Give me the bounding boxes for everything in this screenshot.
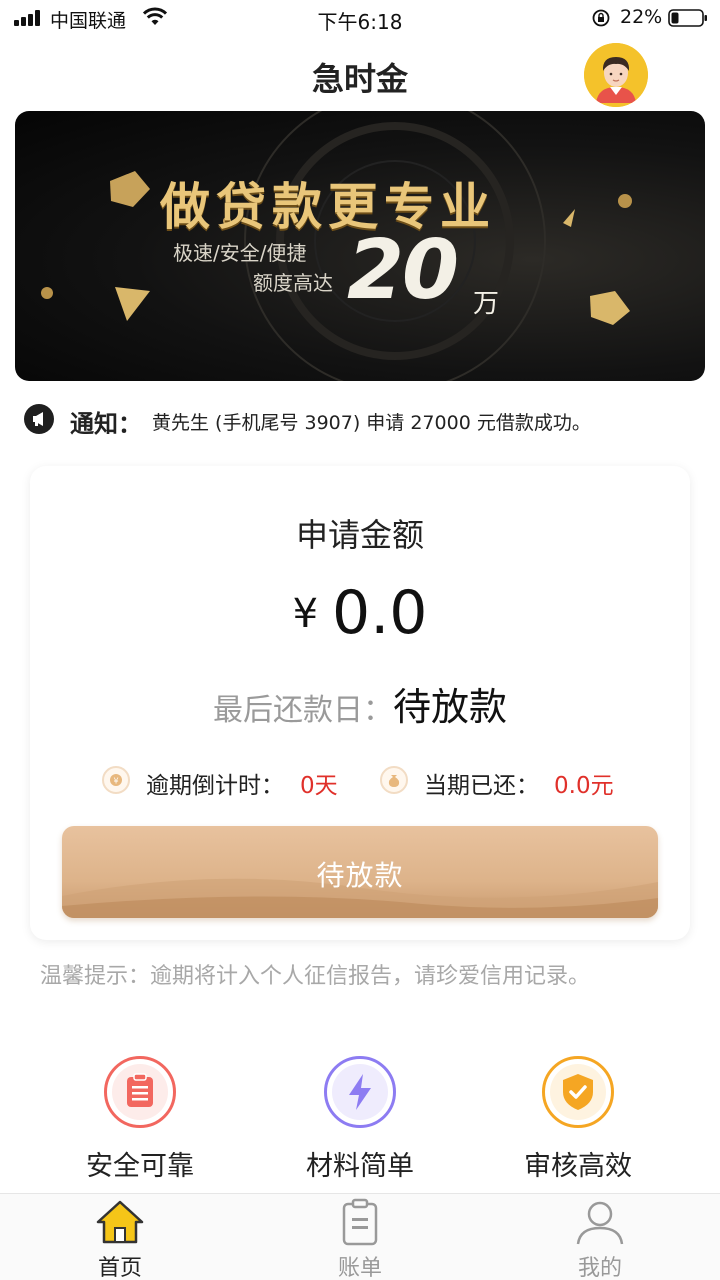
due-date: 最后还款日：待放款	[30, 676, 690, 731]
home-icon	[96, 1200, 144, 1244]
user-avatar-icon[interactable]	[584, 43, 648, 107]
button-label: 待放款	[316, 859, 404, 892]
feature-list: 安全可靠 材料简单 审核高效	[0, 1050, 720, 1190]
notice-text: 黄先生 (手机尾号 3907) 申请 27000 元借款成功。	[152, 412, 591, 434]
tab-label: 账单	[337, 1256, 382, 1280]
tab-label: 首页	[97, 1256, 142, 1280]
clipboard-icon	[104, 1056, 176, 1128]
promo-banner[interactable]: 做贷款更专业 极速/安全/便捷 额度高达 20 万	[15, 111, 705, 381]
due-label: 最后还款日：	[212, 693, 393, 728]
coin-icon: ¥	[102, 766, 130, 794]
battery-icon	[668, 9, 707, 27]
tab-profile[interactable]: 我的	[480, 1194, 720, 1280]
repaid-label: 当期已还：	[424, 773, 539, 799]
notice-label: 通知：	[70, 410, 142, 438]
clock: 下午6:18	[317, 10, 403, 34]
banner-unit: 万	[473, 289, 500, 319]
shield-check-icon	[542, 1056, 614, 1128]
banner-limit-text: 额度高达	[253, 271, 333, 295]
loan-amount: ¥0.0	[30, 578, 690, 648]
feature-safe: 安全可靠	[40, 1050, 240, 1190]
lightning-icon	[324, 1056, 396, 1128]
pending-disburse-button[interactable]: 待放款	[62, 826, 658, 918]
svg-text:¥: ¥	[113, 777, 118, 786]
tab-bill[interactable]: 账单	[240, 1194, 480, 1280]
banner-tags: 极速/安全/便捷	[173, 241, 307, 265]
currency-symbol: ¥	[292, 591, 319, 637]
profile-icon	[576, 1201, 624, 1245]
bottom-tab-bar: 首页 账单 我的	[0, 1193, 720, 1280]
feature-efficient: 审核高效	[478, 1050, 678, 1190]
app-header: 急时金	[0, 40, 720, 108]
amount-value: 0.0	[332, 578, 428, 648]
feature-simple: 材料简单	[260, 1050, 460, 1190]
loan-card: 申请金额 ¥0.0 最后还款日：待放款 ¥ 逾期倒计时： 0天 当期已还： 0.…	[30, 466, 690, 940]
feature-label: 安全可靠	[86, 1151, 194, 1182]
tab-home[interactable]: 首页	[0, 1194, 240, 1280]
feature-label: 材料简单	[306, 1151, 414, 1182]
tab-label: 我的	[577, 1256, 622, 1280]
megaphone-icon	[24, 404, 54, 434]
card-title: 申请金额	[295, 516, 424, 554]
loan-stats: ¥ 逾期倒计时： 0天 当期已还： 0.0元	[30, 764, 690, 800]
countdown-value: 0天	[300, 773, 338, 799]
battery-percent: 22%	[620, 6, 663, 28]
due-value: 待放款	[392, 685, 507, 729]
rotation-lock-icon	[592, 9, 610, 27]
repaid-value: 0.0元	[554, 773, 614, 799]
bill-icon	[342, 1198, 378, 1246]
notice-bar: 通知： 黄先生 (手机尾号 3907) 申请 27000 元借款成功。	[0, 396, 720, 442]
money-bag-icon	[380, 766, 408, 794]
countdown-label: 逾期倒计时：	[146, 773, 284, 799]
banner-amount: 20	[347, 223, 459, 318]
feature-label: 审核高效	[524, 1151, 632, 1182]
warm-tip: 温馨提示：逾期将计入个人征信报告，请珍爱信用记录。	[40, 964, 591, 989]
status-bar: 中国联通 下午6:18 22%	[0, 0, 720, 40]
